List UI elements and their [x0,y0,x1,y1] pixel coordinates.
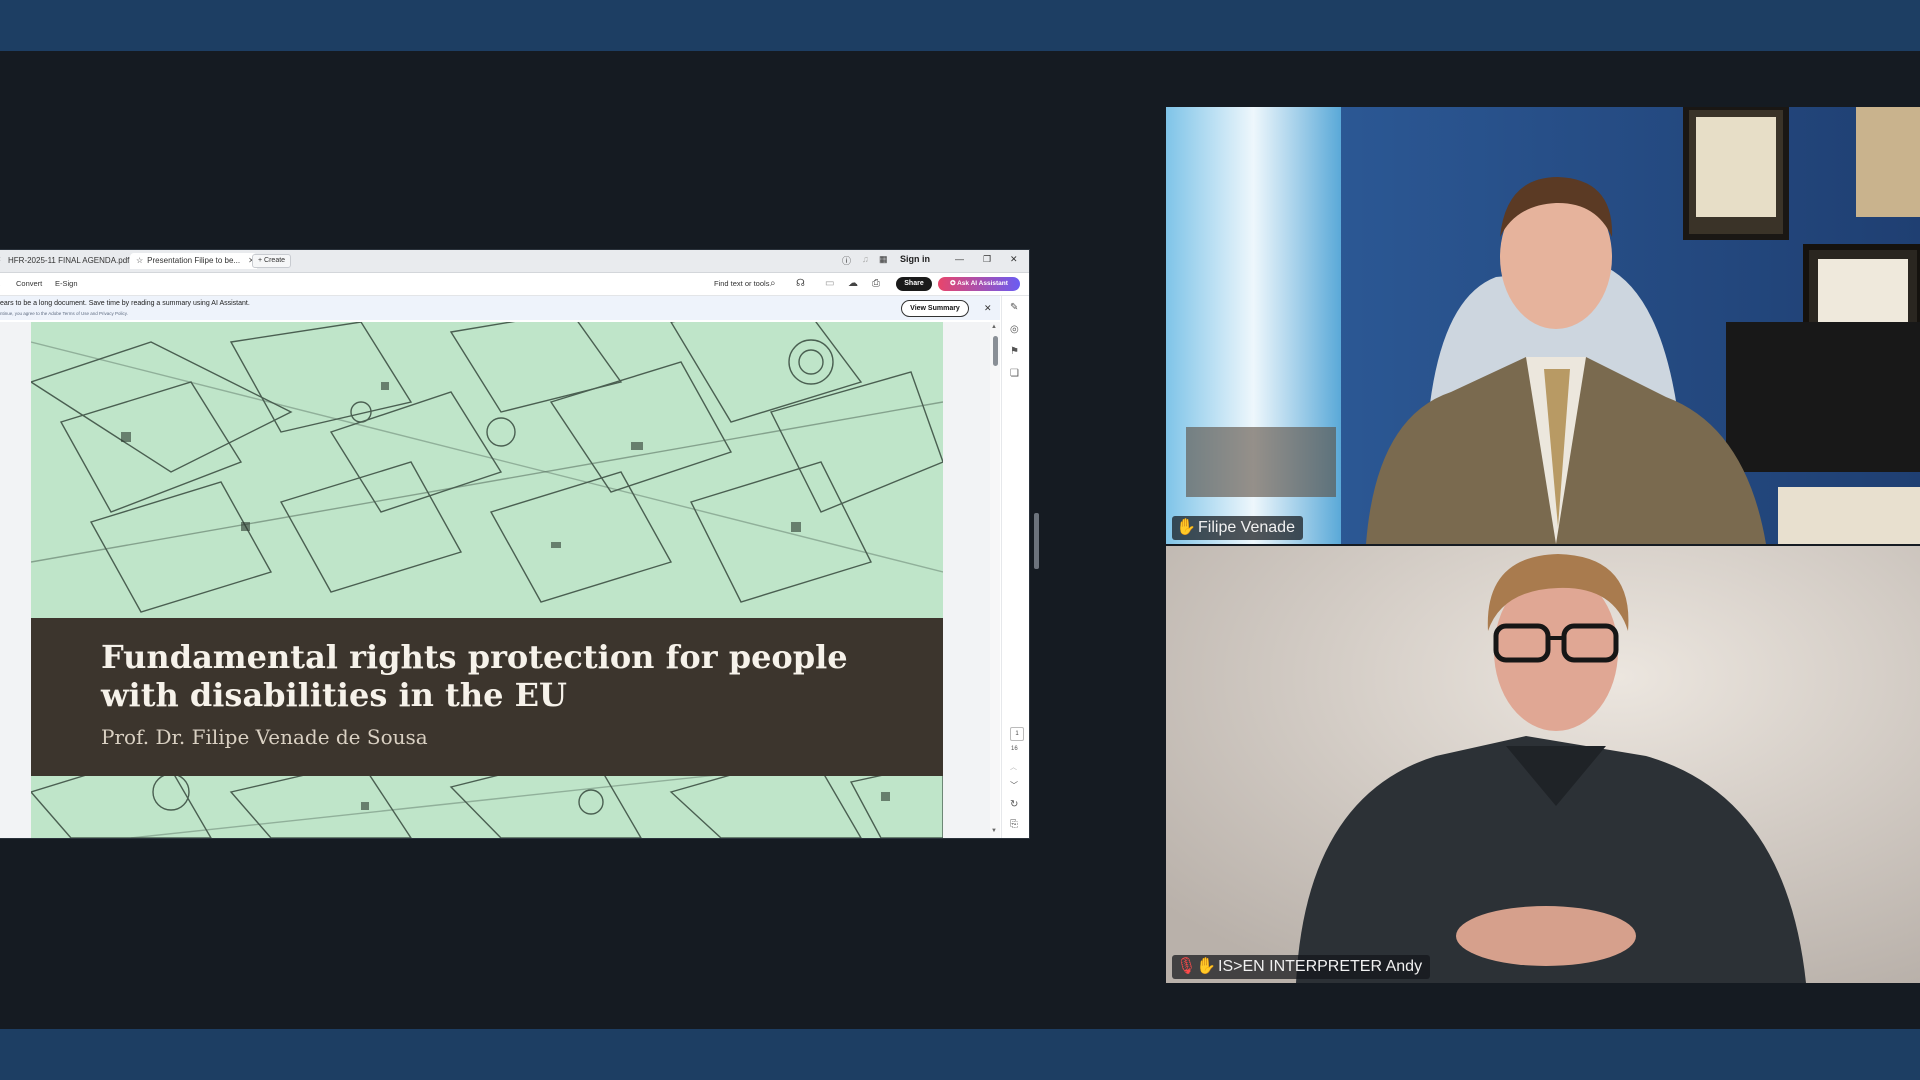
scroll-up-icon[interactable]: ▲ [991,324,997,330]
notification-icon[interactable]: ♫ [862,254,869,264]
comment-icon[interactable]: ✎ [1010,302,1018,313]
ai-label: Ask AI Assistant [957,280,1008,287]
ai-summary-banner: ears to be a long document. Save time by… [0,296,1000,320]
banner-message: ears to be a long document. Save time by… [0,300,250,307]
document-viewer[interactable]: Fundamental rights protection for people… [0,322,995,838]
convert-menu[interactable]: Convert [16,279,42,288]
video-feed-interpreter [1166,546,1920,983]
next-page-icon[interactable]: ﹀ [1010,780,1018,791]
shared-screen: ‹ HFR-2025-11 FINAL AGENDA.pdf ☆ Presenta… [0,250,1029,838]
back-icon[interactable]: ‹ [0,254,1,263]
slide-title: Fundamental rights protection for people… [101,638,848,714]
close-window-icon[interactable]: ✕ [1010,254,1018,265]
rotate-icon[interactable]: ↻ [1010,799,1018,810]
browser-tab-bar: ‹ HFR-2025-11 FINAL AGENDA.pdf ☆ Presenta… [0,250,1029,273]
bottom-band [0,1029,1920,1080]
split-divider-handle[interactable] [1034,513,1039,569]
video-tile-filipe[interactable]: ✋ Filipe Venade [1166,107,1920,544]
participant-name: Filipe Venade [1198,519,1295,536]
tab-presentation[interactable]: ☆Presentation Filipe to be...✕ [130,253,257,269]
save-icon[interactable]: ▭ [825,278,834,289]
page-fit-icon[interactable]: ⎘ [1010,819,1018,830]
esign-menu[interactable]: E-Sign [55,279,78,288]
print-icon[interactable]: ⎙ [872,278,880,289]
scroll-thumb[interactable] [993,336,998,366]
help-icon[interactable]: ⓘ [842,254,851,267]
tab-label: HFR-2025-11 FINAL AGENDA.pdf [8,256,130,265]
copy-icon[interactable]: ❏ [1010,368,1019,379]
minimize-icon[interactable]: — [955,254,964,264]
audio-icon[interactable]: ☊ [796,278,805,289]
slide-subtitle: Prof. Dr. Filipe Venade de Sousa [101,725,428,749]
layers-icon[interactable]: ◎ [1010,324,1019,335]
search-icon[interactable]: ⌕ [770,278,776,289]
bookmark-icon[interactable]: ⚑ [1010,346,1019,357]
pin-icon[interactable]: ✋ [1196,955,1216,979]
find-tools-input[interactable]: Find text or tools [714,279,769,288]
star-icon[interactable]: ☆ [136,256,143,265]
upload-cloud-icon[interactable]: ☁ [848,278,858,289]
scroll-down-icon[interactable]: ▼ [991,828,997,834]
video-feed-filipe [1166,107,1920,544]
apps-icon[interactable]: ▦ [879,254,888,265]
tab-label: Presentation Filipe to be... [147,256,241,265]
sign-in-link[interactable]: Sign in [900,254,930,264]
ask-ai-assistant-button[interactable]: ✪ Ask AI Assistant [938,277,1020,291]
create-label: Create [264,257,286,264]
top-band [0,0,1920,51]
acrobat-toolbar: t Convert E-Sign Find text or tools ⌕ ☊ … [0,273,1029,296]
view-summary-button[interactable]: View Summary [901,300,969,317]
tab-agenda[interactable]: HFR-2025-11 FINAL AGENDA.pdf [2,253,134,269]
banner-fine-print: ntinue, you agree to the Adobe Terms of … [0,311,128,316]
page-total: 16 [1011,746,1018,752]
right-tool-rail: ✎ ◎ ⚑ ❏ 1 16 ︿ ﹀ ↻ ⎘ [1001,296,1029,838]
create-button[interactable]: + Create [252,254,292,268]
share-button[interactable]: Share [896,277,932,291]
slide-title-band: Fundamental rights protection for people… [31,618,943,776]
restore-icon[interactable]: ❐ [983,254,991,265]
participant-name: IS>EN INTERPRETER Andy [1218,958,1423,975]
close-banner-icon[interactable]: ✕ [984,303,992,314]
participant-name-tag: ✋ Filipe Venade [1172,516,1303,540]
vertical-scrollbar[interactable]: ▲ ▼ [990,322,1000,838]
pin-icon[interactable]: ✋ [1176,516,1196,540]
participant-name-tag: 🎙✋ IS>EN INTERPRETER Andy [1172,955,1431,979]
page-number-input[interactable]: 1 [1010,727,1024,741]
slide-page: Fundamental rights protection for people… [31,322,943,838]
prev-page-icon[interactable]: ︿ [1010,762,1017,772]
video-tile-interpreter[interactable]: 🎙✋ IS>EN INTERPRETER Andy [1166,546,1920,983]
mic-off-icon: 🎙 [1176,958,1197,975]
